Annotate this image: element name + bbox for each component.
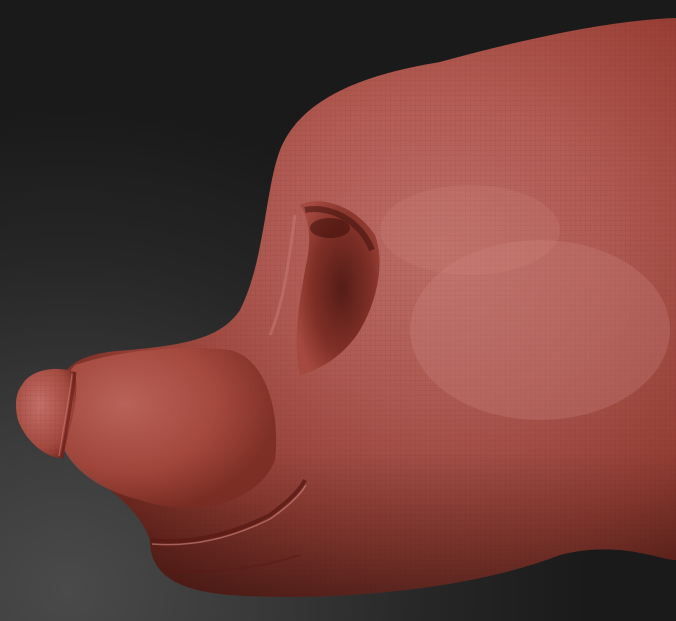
snout <box>58 348 277 508</box>
sculpted-head-mesh[interactable] <box>0 0 676 621</box>
3d-viewport[interactable] <box>0 0 676 621</box>
brow-highlight <box>380 185 560 275</box>
